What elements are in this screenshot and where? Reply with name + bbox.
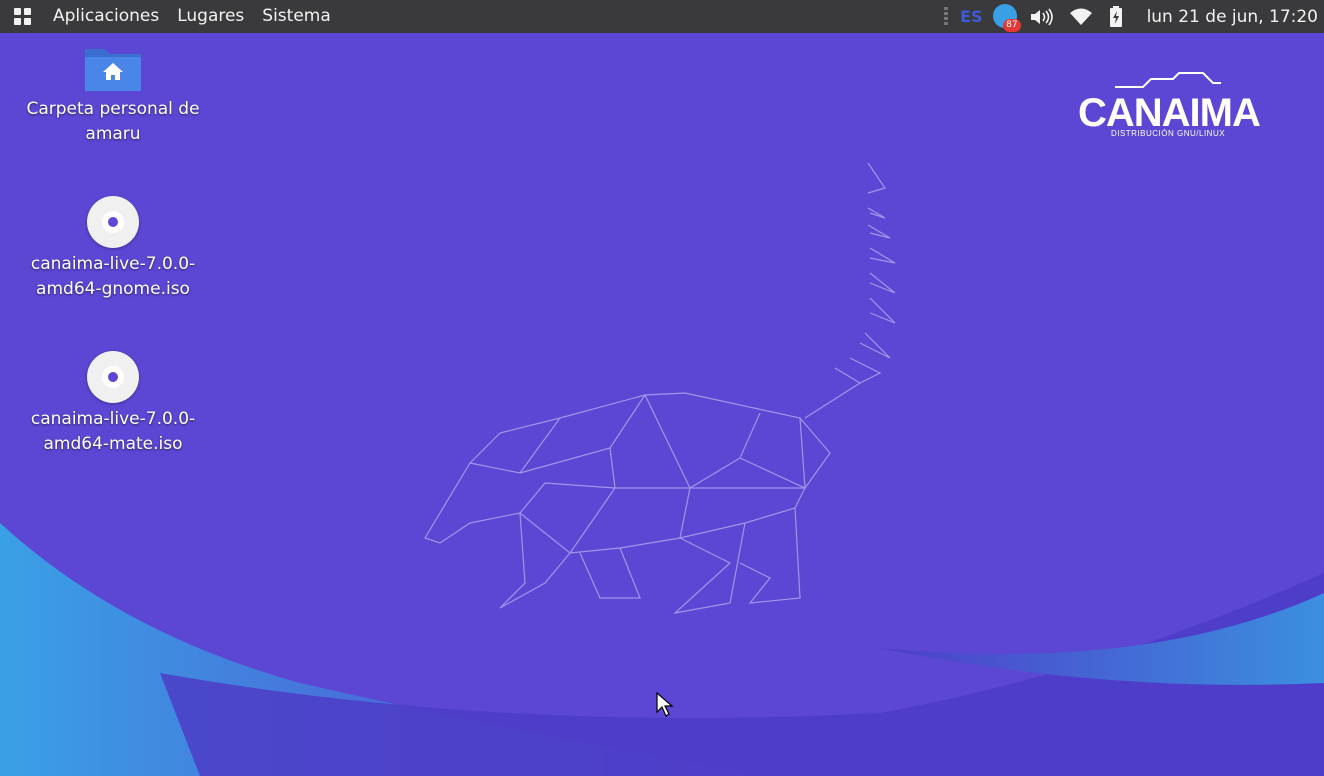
logo-wordmark: CANAIMA — [1078, 91, 1261, 135]
clock[interactable]: lun 21 de jun, 17:20 — [1147, 7, 1318, 27]
desktop-icon-label: canaima-live-7.0.0-amd64-gnome.iso — [30, 254, 196, 299]
notification-icon[interactable]: 87 — [992, 3, 1021, 32]
disc-icon — [87, 196, 139, 248]
desktop-icon-gnome-iso[interactable]: canaima-live-7.0.0-amd64-gnome.iso — [18, 188, 208, 302]
menu-lugares[interactable]: Lugares — [168, 0, 253, 33]
logo-mountain-icon — [1115, 72, 1221, 88]
menu-sistema[interactable]: Sistema — [253, 0, 339, 33]
notification-badge: 87 — [1003, 18, 1021, 32]
keyboard-layout-indicator[interactable]: ES — [960, 7, 982, 26]
desktop-icon-label: Carpeta personal de amaru — [26, 99, 200, 144]
battery-icon[interactable] — [1109, 5, 1123, 28]
apps-grid-icon[interactable] — [14, 7, 32, 26]
desktop-icon-label: canaima-live-7.0.0-amd64-mate.iso — [30, 409, 196, 454]
desktop-icon-home[interactable]: Carpeta personal de amaru — [18, 33, 208, 147]
desktop-icon-mate-iso[interactable]: canaima-live-7.0.0-amd64-mate.iso — [18, 343, 208, 457]
desktop: Carpeta personal de amaru canaima-live-7… — [0, 33, 1324, 776]
canaima-logo: CANAIMA DISTRIBUCIÓN GNU/LINUX — [1078, 71, 1261, 138]
panel-menu-bar: Aplicaciones Lugares Sistema — [0, 0, 340, 33]
system-tray: ES 87 lun 21 de jun, 17:20 — [944, 0, 1324, 33]
wifi-icon[interactable] — [1069, 8, 1093, 26]
home-folder-icon — [18, 33, 208, 93]
tray-separator — [944, 6, 949, 27]
volume-icon[interactable] — [1029, 8, 1053, 26]
menu-aplicaciones[interactable]: Aplicaciones — [44, 0, 168, 33]
disc-icon — [87, 351, 139, 403]
top-panel: Aplicaciones Lugares Sistema ES 87 lun 2… — [0, 0, 1324, 33]
mouse-cursor-icon — [656, 692, 674, 717]
